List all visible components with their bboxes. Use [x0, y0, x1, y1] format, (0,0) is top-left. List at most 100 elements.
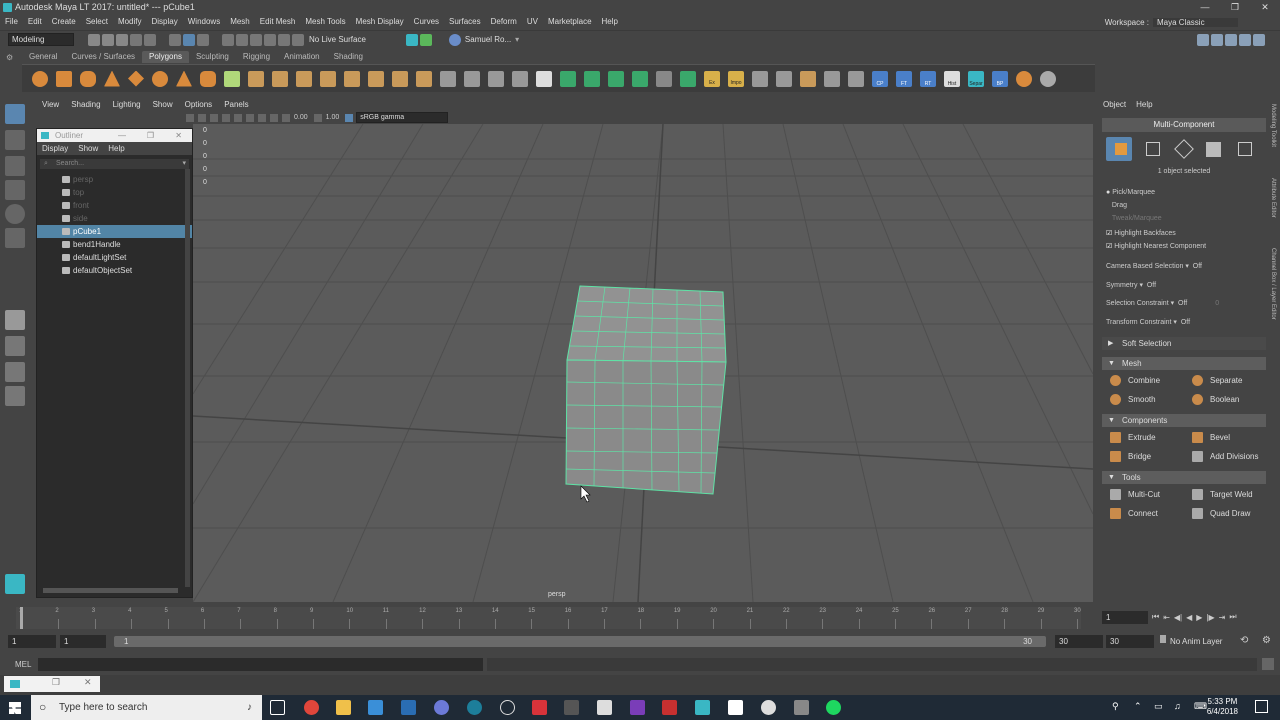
combine-button[interactable]: Combine: [1106, 372, 1186, 389]
custom-shelf-icon-5[interactable]: [1040, 70, 1056, 87]
menu-uv[interactable]: UV: [522, 15, 543, 29]
menu-set-dropdown[interactable]: Modeling: [8, 33, 74, 46]
menu-display[interactable]: Display: [147, 15, 183, 29]
menu-curves[interactable]: Curves: [409, 15, 444, 29]
playback-end-field[interactable]: 30: [1055, 635, 1103, 648]
menu-select[interactable]: Select: [81, 15, 113, 29]
isolate-select-icon[interactable]: [258, 113, 266, 122]
scale-tool-icon[interactable]: [5, 228, 25, 248]
tool-settings-toggle-icon[interactable]: [1225, 34, 1237, 46]
user-account-dropdown[interactable]: Samuel Ro...: [465, 35, 511, 44]
rt-shelf-icon[interactable]: RT: [920, 70, 936, 87]
outliner-item[interactable]: top: [37, 186, 192, 199]
gamma-value[interactable]: 1.00: [326, 114, 340, 121]
app-icon-3[interactable]: [467, 700, 482, 715]
pcube1-mesh[interactable]: [565, 285, 727, 495]
app-icon-9[interactable]: [728, 700, 743, 715]
outliner-search-input[interactable]: ⌕ Search... ▾: [40, 159, 189, 169]
file-explorer-icon[interactable]: [336, 700, 351, 715]
gamma-icon[interactable]: [313, 113, 322, 122]
poly-sphere-icon[interactable]: [32, 70, 48, 87]
close-button[interactable]: ✕: [1250, 0, 1280, 15]
smooth-shelf-icon[interactable]: [320, 70, 336, 87]
extract-shelf-icon[interactable]: [272, 70, 288, 87]
edge-loop-shelf-icon[interactable]: [464, 70, 480, 87]
snap-point-icon[interactable]: [250, 33, 262, 46]
view-transform-dropdown[interactable]: sRGB gamma: [356, 112, 449, 123]
network-icon[interactable]: ▭: [1154, 701, 1163, 712]
play-forwards-icon[interactable]: ▶: [1196, 613, 1202, 622]
cut-uv-shelf-icon[interactable]: [680, 70, 696, 87]
combine-shelf-icon[interactable]: [224, 70, 240, 87]
shelf-tab-curves-surfaces[interactable]: Curves / Surfaces: [64, 51, 142, 63]
language-icon[interactable]: ⌨: [1194, 701, 1207, 712]
snap-surface-icon[interactable]: [278, 33, 290, 46]
modeling-toolkit-toggle-icon[interactable]: [1197, 34, 1209, 46]
import-shelf-icon[interactable]: Impo: [728, 70, 744, 87]
menu-edit-mesh[interactable]: Edit Mesh: [255, 15, 301, 29]
drag-option[interactable]: Drag: [1106, 202, 1127, 209]
modeling-toolkit-tab[interactable]: Modeling Toolkit: [1270, 104, 1276, 147]
range-bar[interactable]: 1 30: [114, 636, 1046, 647]
custom-shelf-icon-1[interactable]: [800, 70, 816, 87]
menu-mesh-tools[interactable]: Mesh Tools: [300, 15, 350, 29]
script-editor-icon[interactable]: [1262, 658, 1274, 670]
layout-shelf-icon[interactable]: [776, 70, 792, 87]
panel-menu-view[interactable]: View: [36, 98, 65, 111]
snap-curve-icon[interactable]: [236, 33, 248, 46]
current-time-marker[interactable]: [20, 607, 23, 629]
anim-layer-dropdown[interactable]: No Anim Layer: [1170, 637, 1222, 646]
bp-shelf-icon[interactable]: BP: [992, 70, 1008, 87]
action-center-icon[interactable]: [1255, 700, 1268, 713]
bevel-shelf-icon[interactable]: [416, 70, 432, 87]
channel-box-tab[interactable]: Channel Box / Layer Editor: [1270, 248, 1276, 320]
shelf-tab-general[interactable]: General: [22, 51, 64, 63]
add-divisions-button[interactable]: Add Divisions: [1188, 448, 1266, 465]
poly-cone-icon[interactable]: [104, 70, 120, 87]
obs-icon[interactable]: [761, 700, 776, 715]
paint-select-tool-icon[interactable]: [5, 156, 25, 176]
app-icon-4[interactable]: [500, 700, 515, 715]
highlight-backfaces-checkbox[interactable]: ☑ Highlight Backfaces: [1106, 229, 1176, 237]
attribute-editor-toggle-icon[interactable]: [1211, 34, 1223, 46]
outliner-vertical-scrollbar[interactable]: [185, 169, 190, 587]
shelf-tab-shading[interactable]: Shading: [327, 51, 370, 63]
separ-shelf-icon[interactable]: Separ: [968, 70, 984, 87]
rotate-tool-icon[interactable]: [5, 204, 25, 224]
current-frame-field[interactable]: 1: [1102, 611, 1148, 624]
selection-constraint-row[interactable]: Selection Constraint ▾ Off 0: [1106, 299, 1219, 307]
tools-section-header[interactable]: ▼ Tools: [1102, 471, 1266, 484]
outliner-item[interactable]: defaultObjectSet: [37, 264, 192, 277]
move-tool-icon[interactable]: [5, 180, 25, 200]
separate-shelf-icon[interactable]: [248, 70, 264, 87]
menu-create[interactable]: Create: [47, 15, 81, 29]
vertex-mode-icon[interactable]: [1146, 142, 1160, 156]
step-back-key-icon[interactable]: ⇤: [1163, 613, 1170, 622]
app-icon-6[interactable]: [564, 700, 579, 715]
exposure-value[interactable]: 0.00: [294, 114, 308, 121]
shelf-tab-polygons[interactable]: Polygons: [142, 51, 189, 63]
edge-mode-icon[interactable]: [1174, 139, 1194, 159]
panel-menu-show[interactable]: Show: [147, 98, 179, 111]
viewport-canvas[interactable]: 0 0 0 0 0 persp: [193, 124, 1093, 602]
select-component-icon[interactable]: [197, 33, 209, 46]
panel-menu-lighting[interactable]: Lighting: [107, 98, 147, 111]
custom-shelf-icon-4[interactable]: [1016, 70, 1032, 87]
poly-plane-icon[interactable]: [128, 70, 144, 87]
bridge-button[interactable]: Bridge: [1106, 448, 1186, 465]
time-ruler[interactable]: 1234567891011121314151617181920212223242…: [16, 607, 1081, 629]
menu-edit[interactable]: Edit: [23, 15, 47, 29]
microphone-icon[interactable]: ♪: [247, 695, 252, 720]
list-layout-icon[interactable]: [5, 386, 25, 406]
uv-mode-icon[interactable]: [1238, 142, 1252, 156]
outliner-item[interactable]: front: [37, 199, 192, 212]
menu-file[interactable]: File: [0, 15, 23, 29]
panel-menu-options[interactable]: Options: [179, 98, 219, 111]
step-back-frame-icon[interactable]: ◀|: [1174, 613, 1182, 622]
camera-attributes-icon[interactable]: [186, 113, 194, 122]
panel-menu-panels[interactable]: Panels: [218, 98, 254, 111]
save-scene-icon[interactable]: [116, 33, 128, 46]
boolean-button[interactable]: Boolean: [1188, 391, 1266, 408]
windows-start-icon[interactable]: [9, 702, 21, 714]
outliner-item[interactable]: bend1Handle: [37, 238, 192, 251]
